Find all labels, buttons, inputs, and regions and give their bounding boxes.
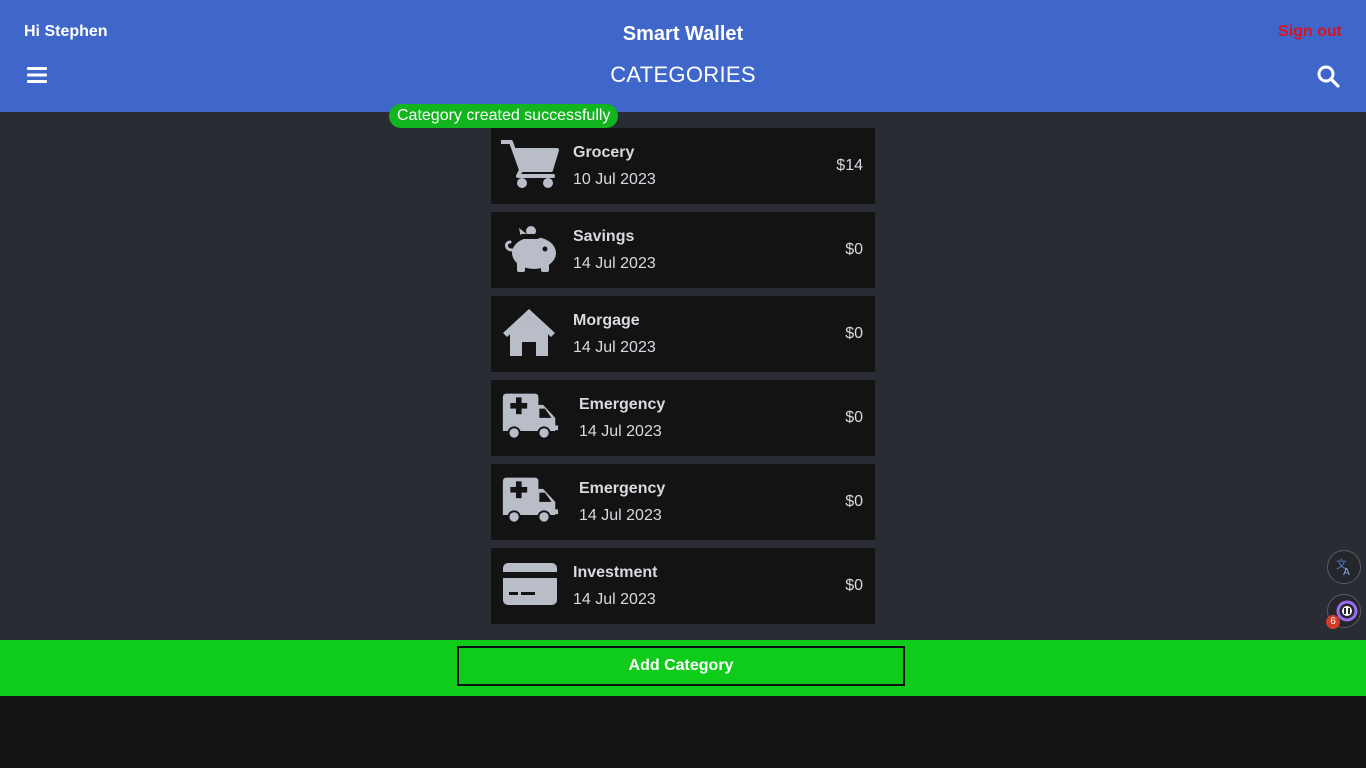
category-name: Savings [573, 228, 635, 245]
app-page: Hi Stephen Smart Wallet Sign out CATEGOR… [0, 0, 1366, 768]
add-category-button[interactable]: Add Category [457, 646, 905, 686]
credit-card-icon [503, 563, 557, 605]
category-amount: $0 [845, 577, 863, 594]
category-amount: $14 [836, 157, 863, 174]
house-icon [503, 309, 555, 356]
page-title: CATEGORIES [610, 62, 756, 87]
extension-button[interactable]: 6 [1326, 594, 1361, 629]
search-icon[interactable] [1316, 64, 1340, 88]
ambulance-icon [502, 477, 559, 524]
sign-out-link[interactable]: Sign out [1278, 23, 1342, 41]
category-name: Investment [573, 564, 658, 581]
category-date: 14 Jul 2023 [573, 255, 656, 272]
category-name: Grocery [573, 144, 635, 161]
ambulance-icon [502, 393, 559, 440]
category-name: Morgage [573, 312, 640, 329]
category-amount: $0 [845, 493, 863, 510]
translate-button[interactable]: 文 A [1327, 550, 1361, 584]
extension-badge: 6 [1326, 615, 1340, 629]
category-date: 14 Jul 2023 [579, 423, 662, 440]
svg-text:A: A [1343, 567, 1350, 578]
translate-icon: 文 A [1336, 557, 1350, 578]
category-name: Emergency [579, 480, 666, 497]
category-name: Emergency [579, 396, 666, 413]
app-title: Smart Wallet [622, 23, 744, 45]
category-date: 14 Jul 2023 [579, 507, 662, 524]
category-card-grocery[interactable]: Grocery 10 Jul 2023 $14 [491, 128, 875, 204]
category-date: 10 Jul 2023 [573, 171, 656, 188]
category-card-morgage[interactable]: Morgage 14 Jul 2023 $0 [491, 296, 875, 372]
top-header: Hi Stephen Smart Wallet Sign out CATEGOR… [0, 0, 1366, 112]
piggy-bank-icon [505, 226, 556, 272]
category-card-emergency[interactable]: Emergency 14 Jul 2023 $0 [491, 464, 875, 540]
shopping-cart-icon [501, 140, 559, 188]
success-toast: Category created successfully [389, 104, 619, 128]
category-date: 14 Jul 2023 [573, 591, 656, 608]
category-card-investment[interactable]: Investment 14 Jul 2023 $0 [491, 548, 875, 624]
category-amount: $0 [845, 409, 863, 426]
category-amount: $0 [845, 325, 863, 342]
category-card-emergency[interactable]: Emergency 14 Jul 2023 $0 [491, 380, 875, 456]
category-amount: $0 [845, 241, 863, 258]
category-date: 14 Jul 2023 [573, 339, 656, 356]
category-list: Grocery 10 Jul 2023 $14 Savings 14 Jul 2… [491, 128, 875, 632]
footer-bar: Add Category [0, 640, 1366, 696]
category-card-savings[interactable]: Savings 14 Jul 2023 $0 [491, 212, 875, 288]
